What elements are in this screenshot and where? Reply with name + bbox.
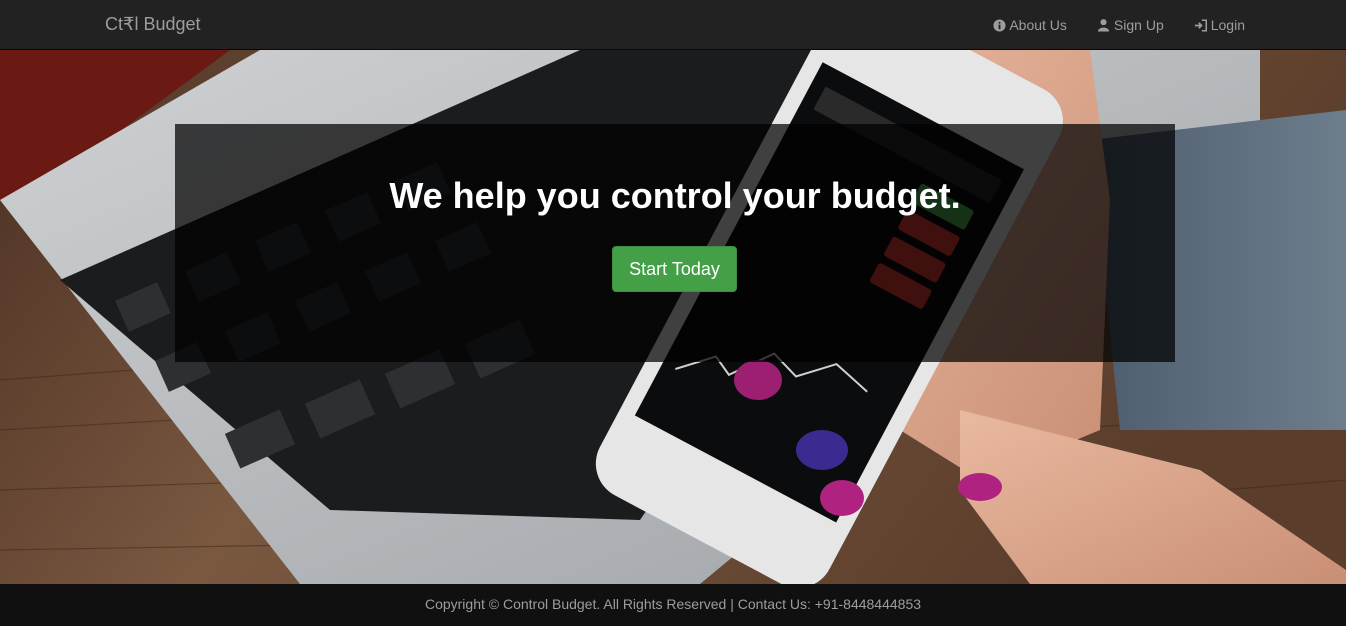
hero-section: We help you control your budget. Start T… [0,50,1346,584]
nav-login[interactable]: Login [1179,0,1260,50]
login-icon [1194,18,1208,32]
nav-login-label: Login [1210,17,1245,33]
nav-about-us[interactable]: About Us [977,0,1082,50]
info-icon [992,18,1006,32]
brand-logo-link[interactable]: Ct₹l Budget [105,13,201,35]
nav-about-us-label: About Us [1009,17,1067,33]
page-footer: Copyright © Control Budget. All Rights R… [0,584,1346,626]
footer-copyright: Copyright © Control Budget. All Rights R… [424,596,922,612]
nav-sign-up[interactable]: Sign Up [1082,0,1179,50]
nav-links: About Us Sign Up Login [977,0,1260,50]
top-navbar: Ct₹l Budget About Us Sign Up Login [0,0,1346,50]
hero-jumbotron: We help you control your budget. Start T… [175,124,1175,362]
user-icon [1097,18,1111,32]
nav-sign-up-label: Sign Up [1113,17,1164,33]
start-today-button[interactable]: Start Today [612,246,737,292]
hero-headline: We help you control your budget. [389,175,961,216]
